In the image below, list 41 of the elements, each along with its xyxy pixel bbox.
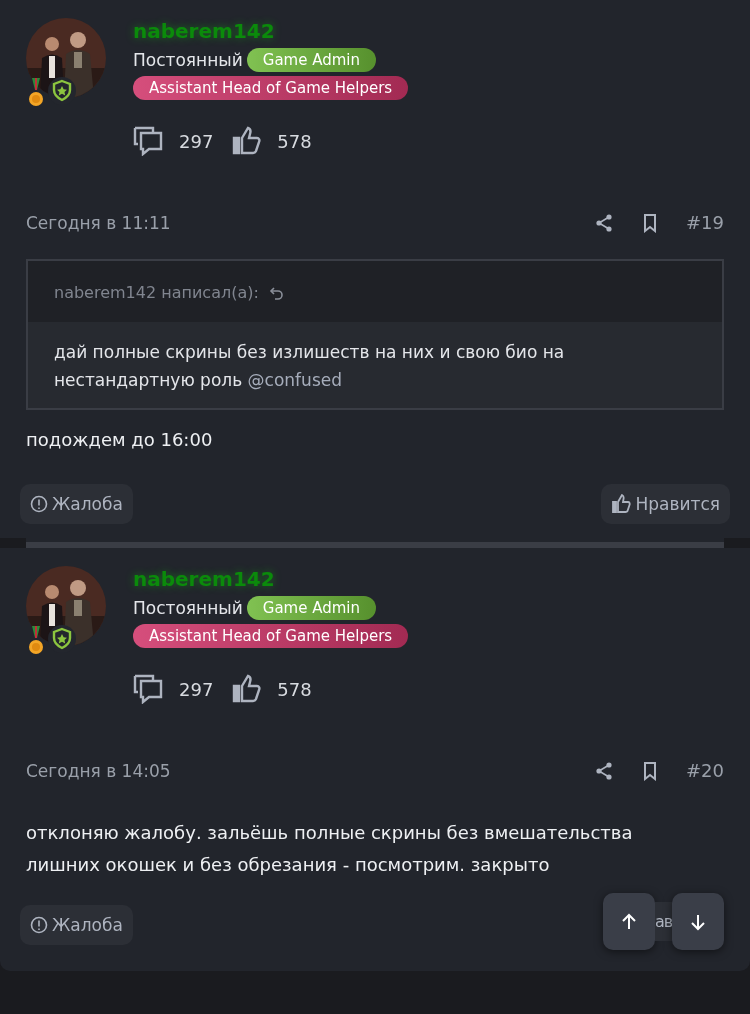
thumbs-up-icon	[611, 494, 632, 514]
shield-icon	[48, 77, 76, 105]
quote-text: дай полные скрины без излишеств на них и свою био на нестандартную роль @confused	[54, 342, 565, 390]
username[interactable]: naberem142	[133, 18, 409, 44]
thumbs-up-icon	[231, 674, 262, 704]
shield-icon	[48, 625, 76, 653]
share-icon[interactable]	[594, 760, 614, 781]
username[interactable]: naberem142	[133, 566, 409, 592]
scroll-down-button[interactable]	[672, 893, 724, 950]
report-button[interactable]: Жалоба	[20, 905, 133, 945]
thumbs-up-icon	[231, 126, 262, 156]
messages-icon	[133, 674, 163, 704]
message-count: 297	[179, 130, 214, 152]
like-button[interactable]: ав	[655, 902, 672, 941]
quote-author[interactable]: naberem142 написал(а):	[54, 283, 259, 302]
role-badge: Game Admin	[246, 48, 376, 72]
post-number[interactable]: #20	[686, 760, 724, 781]
post-time[interactable]: Сегодня в 11:11	[26, 212, 171, 233]
mention-link[interactable]: @confused	[247, 370, 342, 390]
reply-arrow-icon[interactable]	[268, 284, 285, 301]
medal-icon	[28, 78, 44, 108]
post-time[interactable]: Сегодня в 14:05	[26, 760, 171, 781]
post-text: отклоняю жалобу. зальёшь полные скрины без вмешательства лишних окошек и без обрезания - посмотрим. закрыто	[26, 821, 634, 877]
role-badge: Assistant Head of Game Helpers	[133, 624, 409, 648]
like-button[interactable]: Нравится	[601, 484, 730, 524]
messages-icon	[133, 126, 163, 156]
scroll-up-button[interactable]	[603, 893, 655, 950]
user-rank: Постоянный	[133, 598, 243, 618]
like-count: 578	[277, 130, 312, 152]
user-rank: Постоянный	[133, 50, 243, 70]
role-badge: Game Admin	[246, 596, 376, 620]
alert-icon	[30, 495, 48, 513]
role-badge: Assistant Head of Game Helpers	[133, 76, 409, 100]
alert-icon	[30, 916, 48, 934]
share-icon[interactable]	[594, 212, 614, 233]
post-text: подождем до 16:00	[26, 428, 214, 452]
medal-icon	[28, 626, 44, 656]
like-count: 578	[277, 678, 312, 700]
report-button[interactable]: Жалоба	[20, 484, 133, 524]
post-number[interactable]: #19	[686, 212, 724, 233]
message-count: 297	[179, 678, 214, 700]
